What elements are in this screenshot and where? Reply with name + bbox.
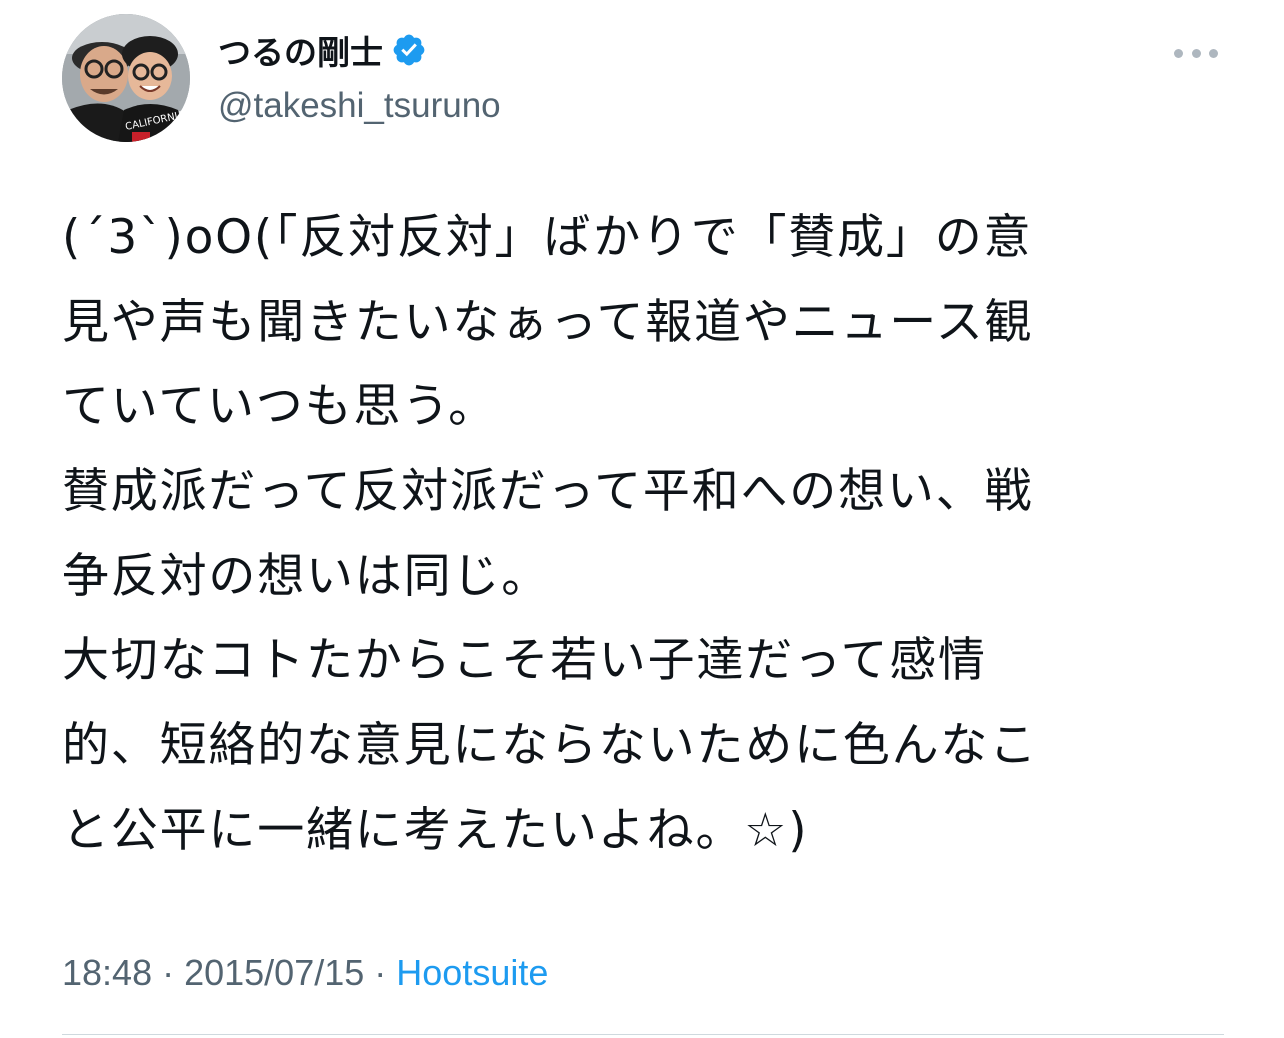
tweet-date[interactable]: 2015/07/15 [184, 952, 364, 993]
display-name-row: つるの剛士 [218, 28, 501, 72]
verified-badge-icon [391, 32, 427, 68]
handle[interactable]: @takeshi_tsuruno [218, 86, 501, 126]
profile-photo-icon: CALIFORNIA [62, 14, 190, 142]
tweet-line: 争反対の想いは同じ。 [62, 548, 550, 604]
tweet-line: (´3`)oO(「反対反対」ばかりで「賛成」の意 [62, 210, 1033, 265]
tweet-header: CALIFORNIA つるの剛士 @takeshi_tsuruno [62, 14, 1232, 142]
author-names: つるの剛士 @takeshi_tsuruno [218, 28, 501, 126]
tweet-line: ていていつも思う。 [62, 379, 497, 435]
tweet-meta: 18:48 · 2015/07/15 · Hootsuite [62, 952, 548, 994]
ellipsis-icon [1174, 48, 1183, 58]
tweet-line: 賛成派だって反対派だって平和への想い、戦 [62, 464, 1034, 520]
meta-separator: · [364, 952, 397, 993]
avatar[interactable]: CALIFORNIA [62, 14, 190, 142]
tweet-line: と公平に一緒に考えたいよね。☆) [62, 802, 809, 858]
tweet-line: 的、短絡的な意見にならないために色んなこ [62, 718, 1038, 774]
meta-separator: · [152, 952, 185, 993]
ellipsis-icon [1209, 48, 1218, 58]
more-options-button[interactable] [1174, 44, 1218, 62]
ellipsis-icon [1191, 48, 1201, 58]
tweet-time[interactable]: 18:48 [62, 952, 152, 993]
display-name[interactable]: つるの剛士 [218, 26, 383, 74]
tweet-line: 大切なコトたからこそ若い子達だって感情 [62, 633, 987, 689]
tweet-text: (´3`)oO(「反対反対」ばかりで「賛成」の意 見や声も聞きたいなぁって報道や… [62, 196, 1232, 874]
tweet-line: 見や声も聞きたいなぁって報道やニュース観 [62, 294, 1034, 350]
tweet-source-link[interactable]: Hootsuite [396, 952, 548, 993]
divider [62, 1034, 1224, 1035]
